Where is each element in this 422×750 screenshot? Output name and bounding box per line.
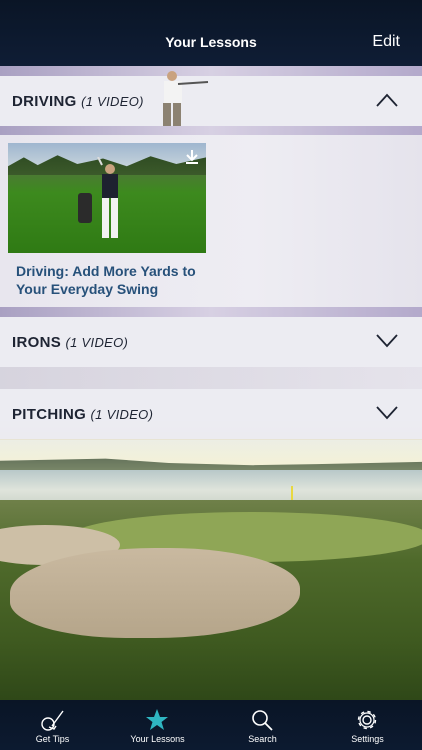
section-count: (1 VIDEO) [90,407,154,422]
section-divider [0,307,422,317]
gear-icon [357,710,377,730]
lesson-list: Driving: Add More Yards to Your Everyday… [0,135,422,307]
page-title: Your Lessons [165,34,257,50]
golfer-illustration [163,71,209,133]
section-divider [0,126,422,135]
section-divider [0,367,422,389]
star-icon [146,709,168,730]
section-count: (1 VIDEO) [81,94,144,109]
section-name: IRONS [12,334,62,351]
section-header-pitching[interactable]: PITCHING (1 VIDEO) [0,389,422,439]
chevron-down-icon[interactable] [376,406,398,420]
golf-club-ball-icon [41,710,64,731]
tab-label: Get Tips [35,734,70,744]
section-header-driving[interactable]: DRIVING (1 VIDEO) [0,76,422,126]
golfer-image [97,157,118,238]
chevron-down-icon[interactable] [376,334,398,348]
section-header-irons[interactable]: IRONS (1 VIDEO) [0,317,422,367]
search-icon [252,710,273,731]
section-name: PITCHING [12,406,87,423]
tab-settings[interactable]: Settings [315,700,420,750]
section-name: DRIVING [12,93,77,110]
section-count: (1 VIDEO) [65,335,129,350]
tab-label: Settings [351,734,384,744]
tab-your-lessons[interactable]: Your Lessons [105,700,210,750]
lesson-thumbnail[interactable] [8,143,206,253]
nav-header: Your Lessons Edit [0,0,422,66]
chevron-up-icon[interactable] [376,93,398,107]
tab-search[interactable]: Search [210,700,315,750]
tab-label: Search [248,734,277,744]
section-divider [0,66,422,76]
tab-label: Your Lessons [130,734,185,744]
tab-get-tips[interactable]: Get Tips [0,700,105,750]
edit-button[interactable]: Edit [372,33,400,51]
lesson-title[interactable]: Driving: Add More Yards to Your Everyday… [16,262,216,298]
tab-bar: Get Tips Your Lessons Search Settings [0,700,422,750]
download-icon[interactable] [184,149,200,165]
